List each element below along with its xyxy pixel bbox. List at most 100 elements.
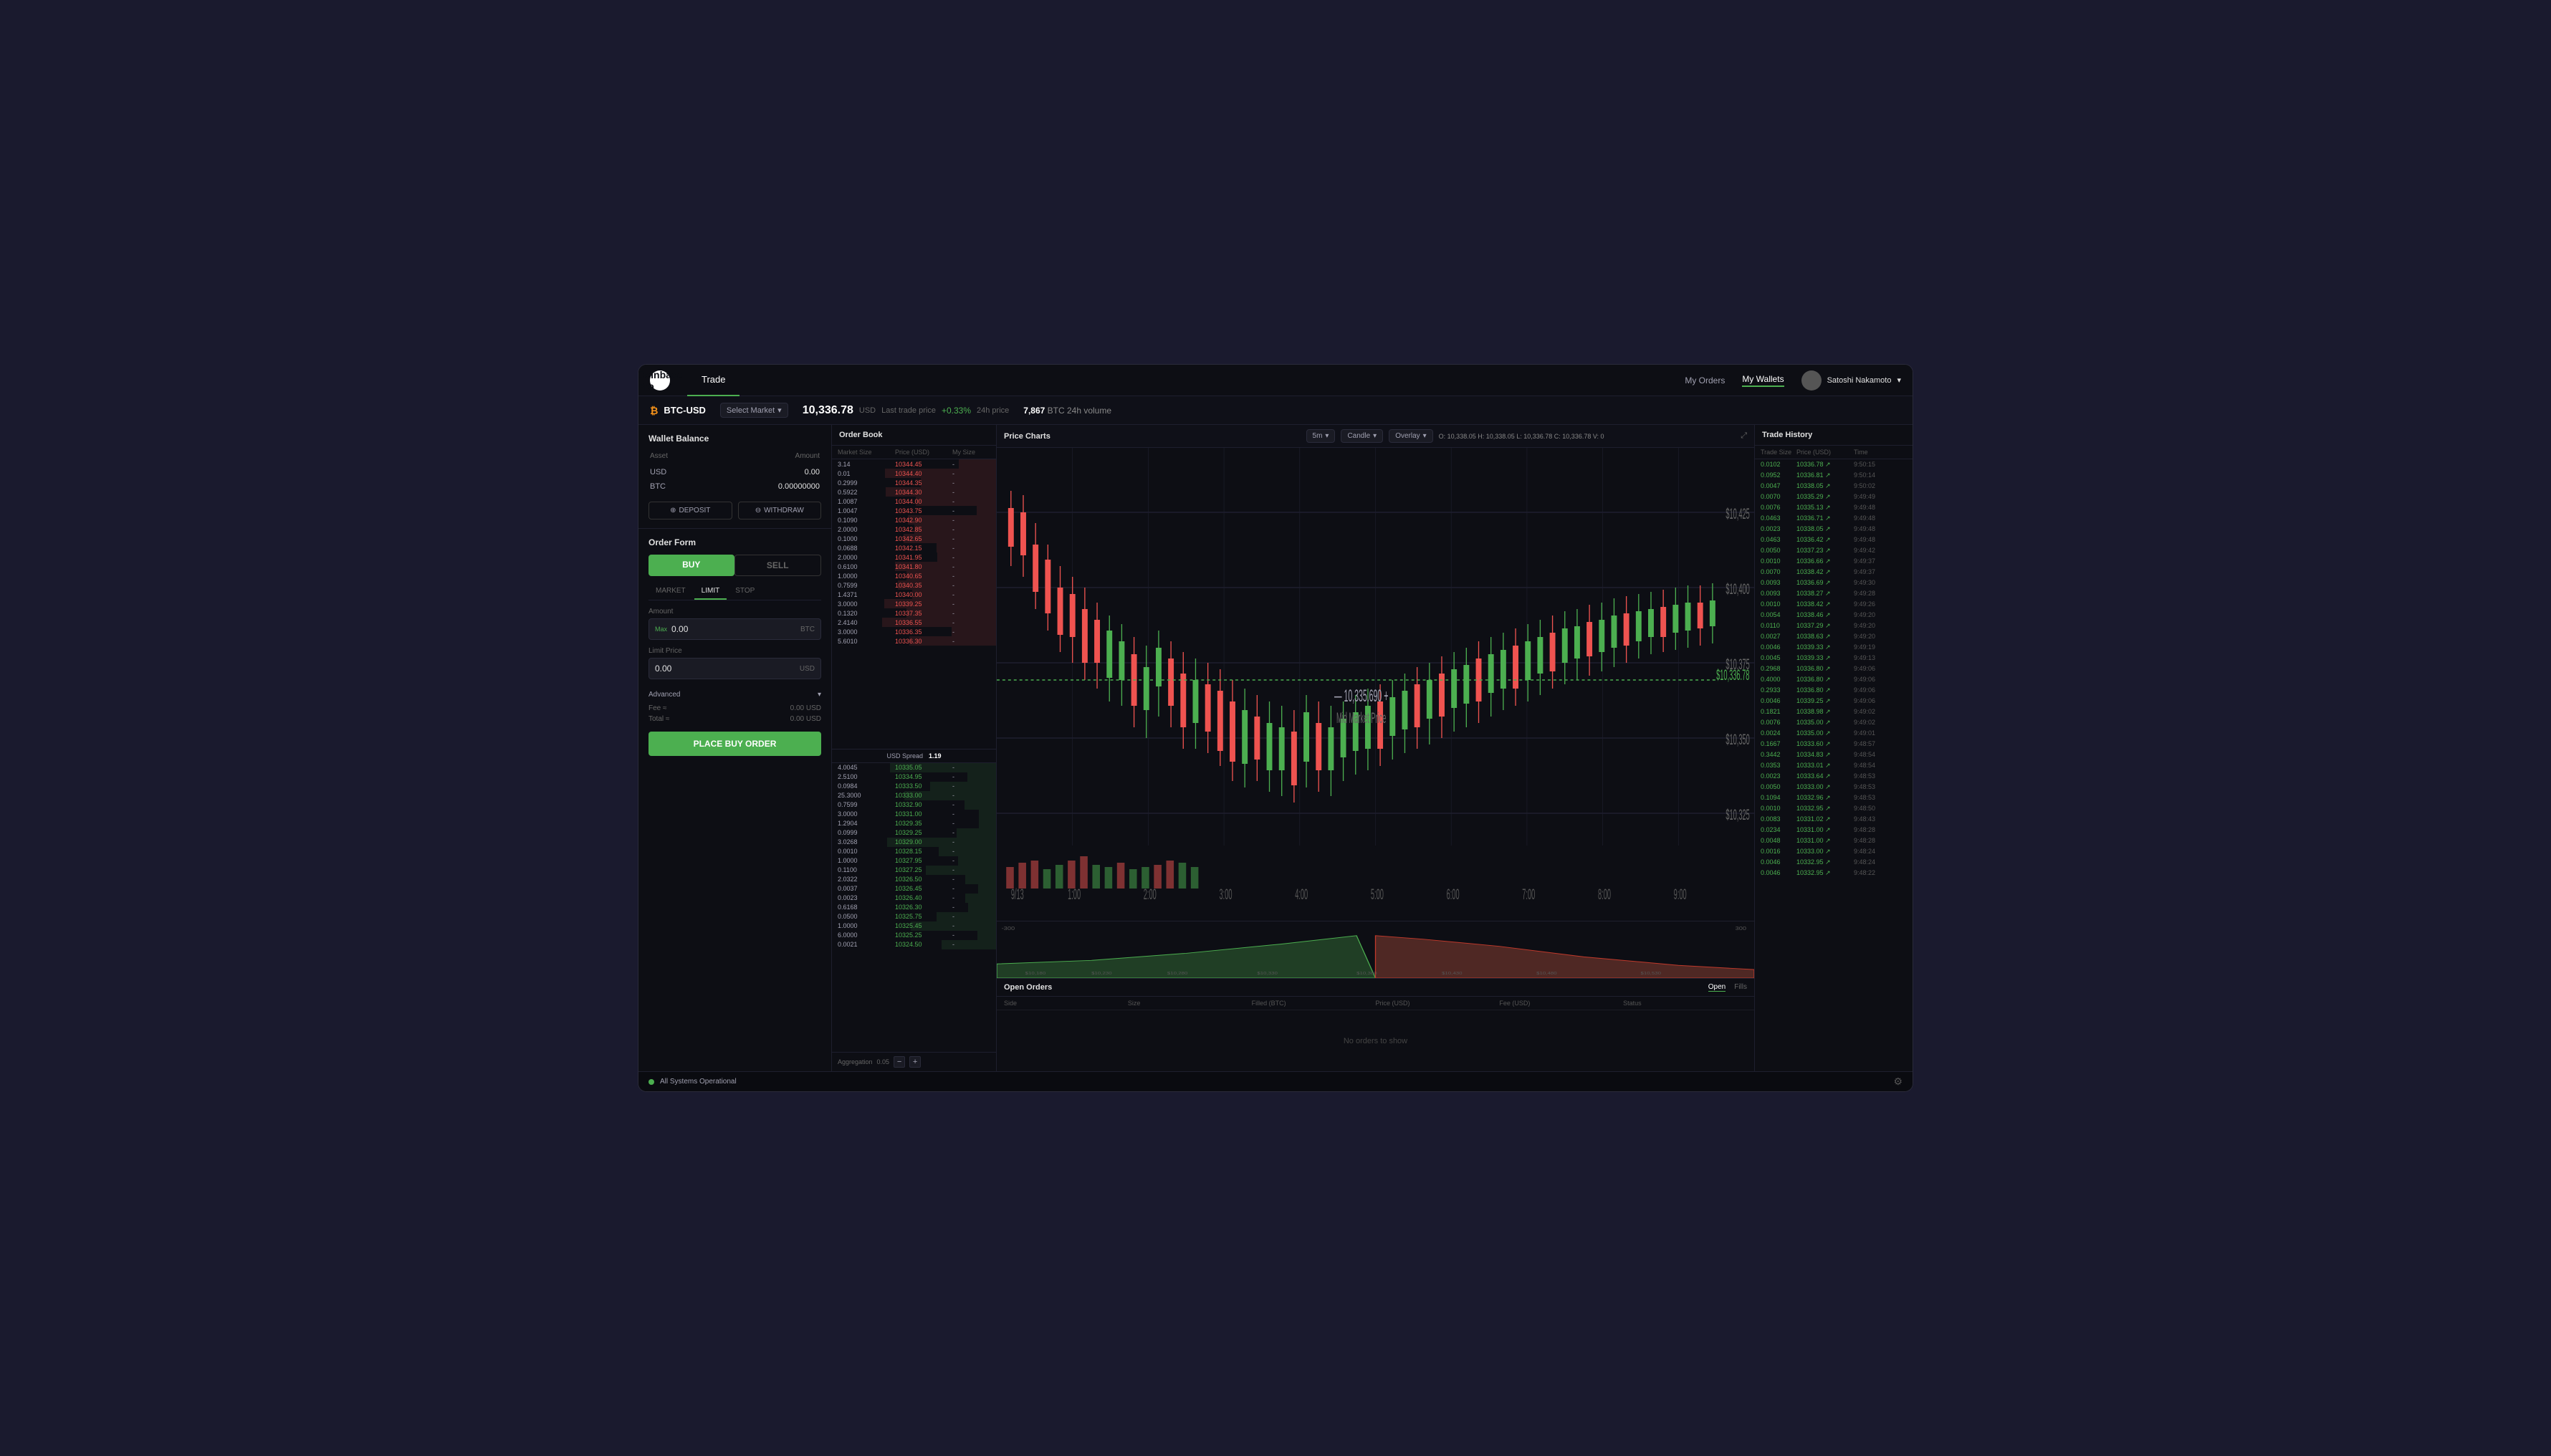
trade-row[interactable]: 0.0010 10336.66 ↗ 9:49:37 xyxy=(1755,556,1913,567)
trade-row[interactable]: 0.0010 10338.42 ↗ 9:49:26 xyxy=(1755,599,1913,610)
amount-input[interactable] xyxy=(671,619,800,639)
trade-row[interactable]: 0.4000 10336.80 ↗ 9:49:06 xyxy=(1755,674,1913,685)
aggregation-minus-button[interactable]: − xyxy=(894,1056,905,1068)
market-tab[interactable]: MARKET xyxy=(648,583,693,600)
buy-order-row[interactable]: 0.0037 10326.45 - xyxy=(832,884,996,894)
advanced-toggle[interactable]: Advanced ▾ xyxy=(648,686,821,703)
sell-order-row[interactable]: 0.7599 10340.35 - xyxy=(832,580,996,590)
trade-row[interactable]: 0.0010 10332.95 ↗ 9:48:50 xyxy=(1755,803,1913,814)
sell-order-row[interactable]: 3.0000 10336.35 - xyxy=(832,627,996,636)
trade-row[interactable]: 0.0046 10339.25 ↗ 9:49:06 xyxy=(1755,696,1913,707)
buy-order-row[interactable]: 6.0000 10325.25 - xyxy=(832,931,996,940)
select-market-dropdown[interactable]: Select Market ▾ xyxy=(720,403,788,418)
user-menu[interactable]: Satoshi Nakamoto ▾ xyxy=(1801,370,1901,391)
trade-row[interactable]: 0.0047 10338.05 ↗ 9:50:02 xyxy=(1755,481,1913,492)
sell-order-row[interactable]: 0.1320 10337.35 - xyxy=(832,608,996,618)
sell-order-row[interactable]: 1.4371 10340.00 - xyxy=(832,590,996,599)
trade-row[interactable]: 0.0353 10333.01 ↗ 9:48:54 xyxy=(1755,760,1913,771)
buy-order-row[interactable]: 0.0984 10333.50 - xyxy=(832,782,996,791)
trade-row[interactable]: 0.0027 10338.63 ↗ 9:49:20 xyxy=(1755,631,1913,642)
trade-row[interactable]: 0.1094 10332.96 ↗ 9:48:53 xyxy=(1755,792,1913,803)
sell-order-row[interactable]: 0.0688 10342.15 - xyxy=(832,543,996,552)
tab-trade[interactable]: Trade xyxy=(687,365,740,396)
overlay-selector[interactable]: Overlay ▾ xyxy=(1389,429,1432,443)
trade-row[interactable]: 0.2933 10336.80 ↗ 9:49:06 xyxy=(1755,685,1913,696)
aggregation-plus-button[interactable]: + xyxy=(909,1056,921,1068)
max-link[interactable]: Max xyxy=(655,626,667,633)
sell-order-row[interactable]: 0.01 10344.40 - xyxy=(832,469,996,478)
sell-order-row[interactable]: 0.5922 10344.30 - xyxy=(832,487,996,497)
trade-row[interactable]: 0.0463 10336.42 ↗ 9:49:48 xyxy=(1755,535,1913,545)
sell-order-row[interactable]: 1.0000 10340.65 - xyxy=(832,571,996,580)
buy-order-row[interactable]: 4.0045 10335.05 - xyxy=(832,763,996,772)
trade-row[interactable]: 0.0054 10338.46 ↗ 9:49:20 xyxy=(1755,610,1913,621)
trade-row[interactable]: 0.0083 10331.02 ↗ 9:48:43 xyxy=(1755,814,1913,825)
trade-row[interactable]: 0.1821 10338.98 ↗ 9:49:02 xyxy=(1755,707,1913,717)
trade-row[interactable]: 0.0234 10331.00 ↗ 9:48:28 xyxy=(1755,825,1913,835)
deposit-button[interactable]: ⊕ DEPOSIT xyxy=(648,502,732,519)
sell-order-row[interactable]: 0.6100 10341.80 - xyxy=(832,562,996,571)
chart-expand-icon[interactable]: ⤢ xyxy=(1741,431,1747,441)
trade-row[interactable]: 0.0050 10333.00 ↗ 9:48:53 xyxy=(1755,782,1913,792)
buy-order-row[interactable]: 1.0000 10325.45 - xyxy=(832,921,996,931)
trade-row[interactable]: 0.0093 10336.69 ↗ 9:49:30 xyxy=(1755,578,1913,588)
sell-order-row[interactable]: 0.1090 10342.90 - xyxy=(832,515,996,525)
place-buy-order-button[interactable]: PLACE BUY ORDER xyxy=(648,732,821,756)
depth-chart[interactable]: -300 300 $10,180 $10,230 $10,280 $10,330… xyxy=(997,921,1754,978)
settings-icon[interactable]: ⚙ xyxy=(1893,1076,1903,1088)
limit-price-input[interactable] xyxy=(655,658,800,679)
trade-row[interactable]: 0.0045 10339.33 ↗ 9:49:13 xyxy=(1755,653,1913,664)
trade-row[interactable]: 0.0463 10336.71 ↗ 9:49:48 xyxy=(1755,513,1913,524)
trade-row[interactable]: 0.0070 10335.29 ↗ 9:49:49 xyxy=(1755,492,1913,502)
buy-order-row[interactable]: 0.7599 10332.90 - xyxy=(832,800,996,810)
sell-order-row[interactable]: 1.0047 10343.75 - xyxy=(832,506,996,515)
sell-order-row[interactable]: 0.2999 10344.35 - xyxy=(832,478,996,487)
sell-tab[interactable]: SELL xyxy=(734,555,822,576)
buy-order-row[interactable]: 0.0999 10329.25 - xyxy=(832,828,996,838)
buy-order-row[interactable]: 0.6168 10326.30 - xyxy=(832,903,996,912)
sell-order-row[interactable]: 2.0000 10342.85 - xyxy=(832,525,996,534)
trade-row[interactable]: 0.0016 10333.00 ↗ 9:48:24 xyxy=(1755,846,1913,857)
trade-row[interactable]: 0.0023 10333.64 ↗ 9:48:53 xyxy=(1755,771,1913,782)
open-orders-tab-open[interactable]: Open xyxy=(1708,983,1726,992)
buy-order-row[interactable]: 25.3000 10333.00 - xyxy=(832,791,996,800)
sell-order-row[interactable]: 3.0000 10339.25 - xyxy=(832,599,996,608)
buy-order-row[interactable]: 0.0500 10325.75 - xyxy=(832,912,996,921)
buy-order-row[interactable]: 1.2904 10329.35 - xyxy=(832,819,996,828)
sell-order-row[interactable]: 2.4140 10336.55 - xyxy=(832,618,996,627)
trade-row[interactable]: 0.0046 10339.33 ↗ 9:49:19 xyxy=(1755,642,1913,653)
buy-tab[interactable]: BUY xyxy=(648,555,734,576)
sell-order-row[interactable]: 0.1000 10342.65 - xyxy=(832,534,996,543)
trade-row[interactable]: 0.1667 10333.60 ↗ 9:48:57 xyxy=(1755,739,1913,749)
withdraw-button[interactable]: ⊖ WITHDRAW xyxy=(738,502,822,519)
chart-type-selector[interactable]: Candle ▾ xyxy=(1341,429,1383,443)
buy-order-row[interactable]: 0.1100 10327.25 - xyxy=(832,866,996,875)
trade-row[interactable]: 0.0952 10336.81 ↗ 9:50:14 xyxy=(1755,470,1913,481)
my-orders-link[interactable]: My Orders xyxy=(1685,375,1725,385)
buy-order-row[interactable]: 3.0000 10331.00 - xyxy=(832,810,996,819)
trade-row[interactable]: 0.0070 10338.42 ↗ 9:49:37 xyxy=(1755,567,1913,578)
sell-order-row[interactable]: 3.14 10344.45 - xyxy=(832,459,996,469)
trade-row[interactable]: 0.0046 10332.95 ↗ 9:48:24 xyxy=(1755,857,1913,868)
trade-row[interactable]: 0.0093 10338.27 ↗ 9:49:28 xyxy=(1755,588,1913,599)
trade-row[interactable]: 0.0102 10336.78 ↗ 9:50:15 xyxy=(1755,459,1913,470)
trade-row[interactable]: 0.0023 10338.05 ↗ 9:49:48 xyxy=(1755,524,1913,535)
open-orders-tab-fills[interactable]: Fills xyxy=(1734,983,1747,992)
buy-order-row[interactable]: 0.0021 10324.50 - xyxy=(832,940,996,949)
my-wallets-link[interactable]: My Wallets xyxy=(1742,374,1784,387)
sell-order-row[interactable]: 2.0000 10341.95 - xyxy=(832,552,996,562)
trade-row[interactable]: 0.0046 10332.95 ↗ 9:48:22 xyxy=(1755,868,1913,878)
trade-row[interactable]: 0.0110 10337.29 ↗ 9:49:20 xyxy=(1755,621,1913,631)
buy-order-row[interactable]: 0.0023 10326.40 - xyxy=(832,894,996,903)
buy-order-row[interactable]: 2.5100 10334.95 - xyxy=(832,772,996,782)
buy-order-row[interactable]: 2.0322 10326.50 - xyxy=(832,875,996,884)
buy-order-row[interactable]: 3.0268 10329.00 - xyxy=(832,838,996,847)
trade-row[interactable]: 0.0048 10331.00 ↗ 9:48:28 xyxy=(1755,835,1913,846)
buy-order-row[interactable]: 0.0010 10328.15 - xyxy=(832,847,996,856)
trade-row[interactable]: 0.0076 10335.13 ↗ 9:49:48 xyxy=(1755,502,1913,513)
trade-row[interactable]: 0.0076 10335.00 ↗ 9:49:02 xyxy=(1755,717,1913,728)
timeframe-selector[interactable]: 5m ▾ xyxy=(1306,429,1336,443)
trade-row[interactable]: 0.2968 10336.80 ↗ 9:49:06 xyxy=(1755,664,1913,674)
trade-row[interactable]: 0.0050 10337.23 ↗ 9:49:42 xyxy=(1755,545,1913,556)
candlestick-chart[interactable]: — 10,335.690 + Mid Market Price $10,425 … xyxy=(997,448,1754,921)
